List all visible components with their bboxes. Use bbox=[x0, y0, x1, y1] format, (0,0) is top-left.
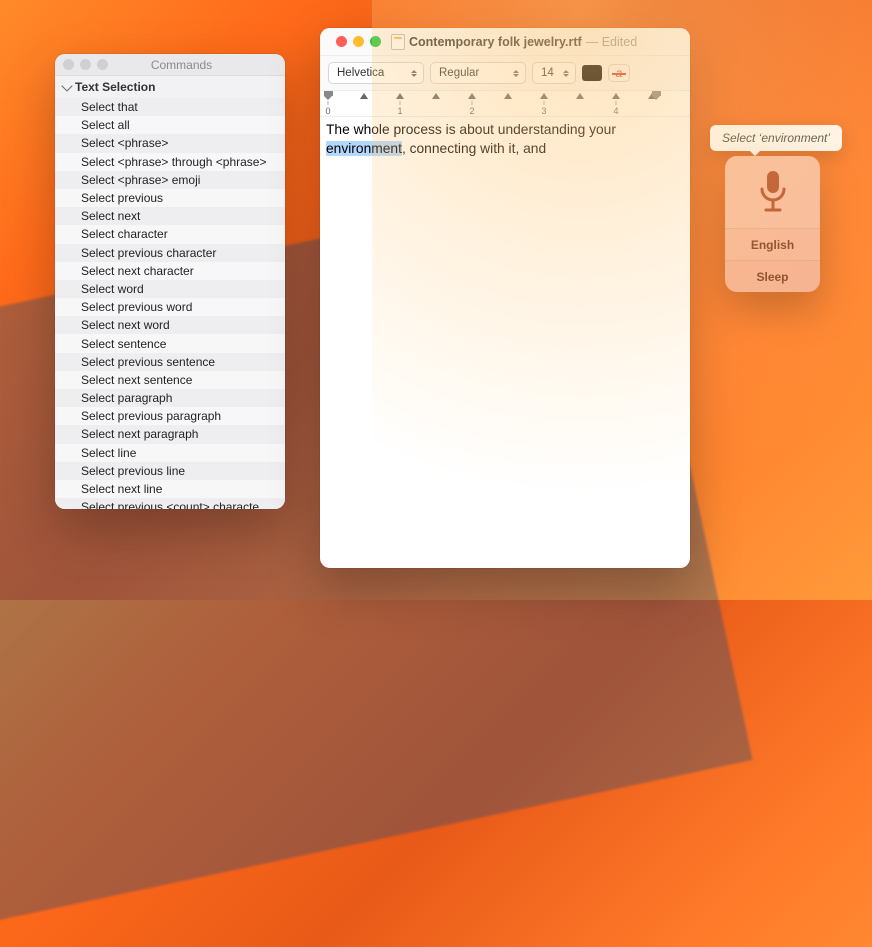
ruler-tick: 0 bbox=[325, 101, 330, 116]
tab-stop[interactable] bbox=[612, 93, 620, 99]
command-item[interactable]: Select sentence bbox=[55, 334, 285, 352]
edited-badge: — Edited bbox=[586, 35, 637, 49]
font-style-select[interactable]: Regular bbox=[430, 62, 526, 84]
close-icon[interactable] bbox=[336, 36, 347, 47]
command-item[interactable]: Select next line bbox=[55, 480, 285, 498]
command-item[interactable]: Select previous character bbox=[55, 244, 285, 262]
stepper-icon bbox=[411, 70, 417, 77]
command-item[interactable]: Select that bbox=[55, 98, 285, 116]
strikethrough-button[interactable]: a bbox=[608, 64, 630, 82]
font-family-select[interactable]: Helvetica bbox=[328, 62, 424, 84]
ruler[interactable]: 0 1 2 3 4 bbox=[320, 91, 690, 117]
minimize-icon[interactable] bbox=[353, 36, 364, 47]
tab-stop[interactable] bbox=[576, 93, 584, 99]
format-toolbar: Helvetica Regular 14 a bbox=[320, 56, 690, 91]
tab-stop[interactable] bbox=[396, 93, 404, 99]
tab-stop[interactable] bbox=[468, 93, 476, 99]
microphone-indicator[interactable] bbox=[725, 156, 820, 228]
left-margin-marker[interactable] bbox=[324, 91, 333, 96]
right-margin-marker[interactable] bbox=[652, 91, 661, 96]
traffic-lights bbox=[55, 59, 108, 70]
command-item[interactable]: Select next word bbox=[55, 316, 285, 334]
command-item[interactable]: Select previous sentence bbox=[55, 353, 285, 371]
font-family-value: Helvetica bbox=[337, 67, 384, 79]
ruler-tick: 2 bbox=[469, 101, 474, 116]
font-size-value: 14 bbox=[541, 67, 554, 79]
command-item[interactable]: Select next paragraph bbox=[55, 425, 285, 443]
command-item[interactable]: Select previous <count> characte… bbox=[55, 498, 285, 509]
document-body[interactable]: The whole process is about understanding… bbox=[320, 117, 690, 162]
zoom-icon[interactable] bbox=[370, 36, 381, 47]
close-icon[interactable] bbox=[63, 59, 74, 70]
voice-control-panel: English Sleep bbox=[725, 156, 820, 292]
traffic-lights bbox=[328, 36, 381, 47]
command-item[interactable]: Select next bbox=[55, 207, 285, 225]
body-text: The whole process is about understanding… bbox=[326, 122, 616, 137]
tab-stop[interactable] bbox=[540, 93, 548, 99]
stepper-icon bbox=[563, 70, 569, 77]
command-item[interactable]: Select previous bbox=[55, 189, 285, 207]
voice-feedback-tooltip: Select ‘environment’ bbox=[710, 125, 842, 151]
command-item[interactable]: Select previous word bbox=[55, 298, 285, 316]
commands-group-header[interactable]: Text Selection bbox=[55, 76, 285, 98]
voice-language-button[interactable]: English bbox=[725, 228, 820, 260]
tab-stop[interactable] bbox=[648, 93, 656, 99]
text-color-swatch[interactable] bbox=[582, 65, 602, 81]
chevron-down-icon bbox=[61, 80, 72, 91]
zoom-icon[interactable] bbox=[97, 59, 108, 70]
command-item[interactable]: Select previous line bbox=[55, 462, 285, 480]
command-item[interactable]: Select line bbox=[55, 444, 285, 462]
commands-list: Select thatSelect allSelect <phrase>Sele… bbox=[55, 98, 285, 509]
selected-text: environment bbox=[326, 141, 402, 156]
textedit-titlebar[interactable]: Contemporary folk jewelry.rtf — Edited bbox=[320, 28, 690, 56]
voice-sleep-button[interactable]: Sleep bbox=[725, 260, 820, 292]
microphone-icon bbox=[756, 169, 790, 215]
commands-titlebar[interactable]: Commands bbox=[55, 54, 285, 76]
tab-stop[interactable] bbox=[432, 93, 440, 99]
command-item[interactable]: Select character bbox=[55, 225, 285, 243]
command-item[interactable]: Select previous paragraph bbox=[55, 407, 285, 425]
tab-stop[interactable] bbox=[360, 93, 368, 99]
command-item[interactable]: Select all bbox=[55, 116, 285, 134]
document-title: Contemporary folk jewelry.rtf bbox=[409, 35, 582, 49]
tab-stop[interactable] bbox=[504, 93, 512, 99]
stepper-icon bbox=[513, 70, 519, 77]
font-size-select[interactable]: 14 bbox=[532, 62, 576, 84]
command-item[interactable]: Select <phrase> bbox=[55, 134, 285, 152]
commands-group-label: Text Selection bbox=[75, 80, 155, 94]
textedit-window: Contemporary folk jewelry.rtf — Edited H… bbox=[320, 28, 690, 568]
command-item[interactable]: Select next sentence bbox=[55, 371, 285, 389]
ruler-tick: 4 bbox=[613, 101, 618, 116]
command-item[interactable]: Select <phrase> through <phrase> bbox=[55, 153, 285, 171]
command-item[interactable]: Select <phrase> emoji bbox=[55, 171, 285, 189]
commands-title: Commands bbox=[108, 58, 285, 72]
body-text: , connecting with it, and bbox=[402, 141, 546, 156]
command-item[interactable]: Select word bbox=[55, 280, 285, 298]
command-item[interactable]: Select paragraph bbox=[55, 389, 285, 407]
commands-window: Commands Text Selection Select thatSelec… bbox=[55, 54, 285, 509]
document-icon bbox=[391, 34, 405, 50]
font-style-value: Regular bbox=[439, 67, 479, 79]
command-item[interactable]: Select next character bbox=[55, 262, 285, 280]
minimize-icon[interactable] bbox=[80, 59, 91, 70]
ruler-tick: 1 bbox=[397, 101, 402, 116]
ruler-tick: 3 bbox=[541, 101, 546, 116]
